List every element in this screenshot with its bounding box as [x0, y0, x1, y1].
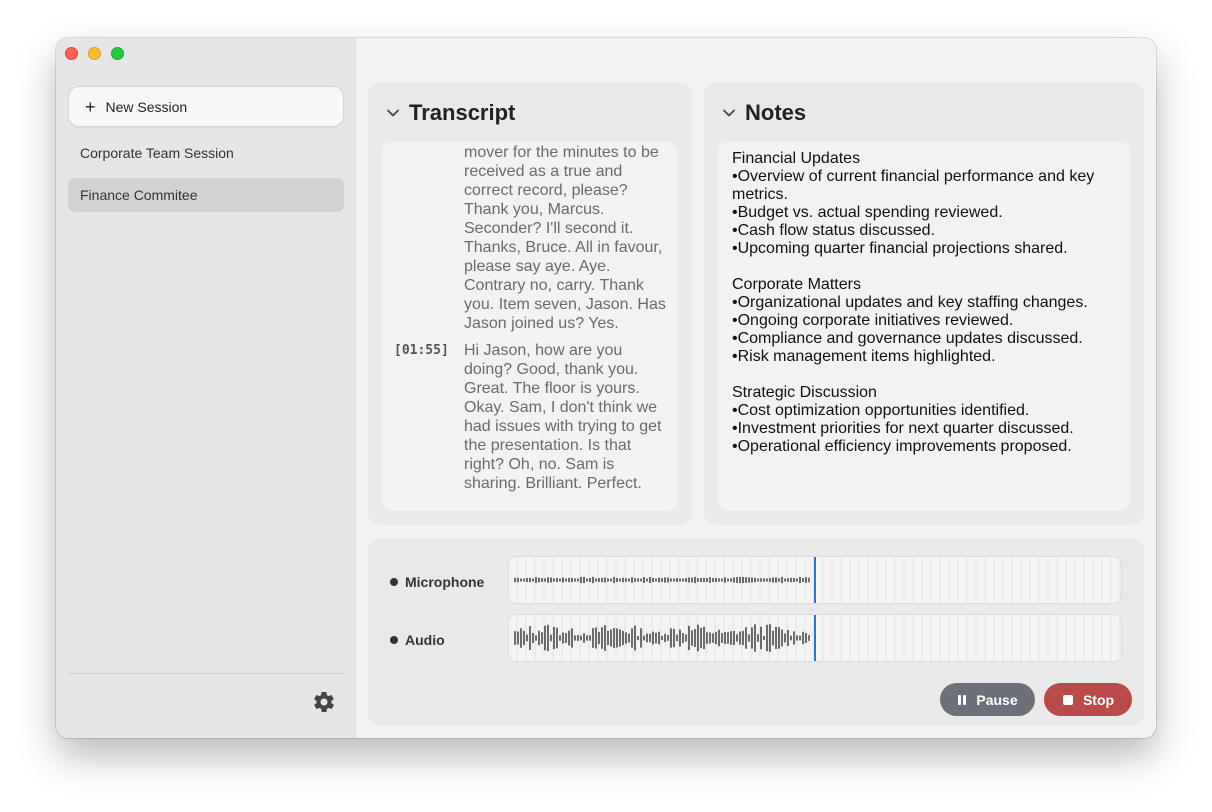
notes-bullet: •Risk management items highlighted.	[732, 348, 996, 365]
dot-icon	[390, 636, 398, 644]
sidebar: + New Session Corporate Team Session Fin…	[56, 38, 356, 738]
waveform-graphic	[514, 615, 1121, 661]
stop-icon	[1062, 694, 1073, 705]
sidebar-item-finance-commitee[interactable]: Finance Commitee	[68, 178, 344, 212]
notes-bullet: •Ongoing corporate initiatives reviewed.	[732, 312, 1014, 329]
zoom-window-button[interactable]	[111, 47, 124, 60]
notes-title: Notes	[745, 100, 807, 125]
transcript-timestamp	[382, 142, 464, 333]
close-window-button[interactable]	[65, 47, 78, 60]
stop-label: Stop	[1082, 691, 1115, 708]
notes-section: Financial Updates •Overview of current f…	[732, 150, 1116, 258]
transcript-text: that change, could I have a mover for th…	[464, 144, 666, 332]
transcript-header[interactable]: Transcript	[386, 100, 515, 126]
notes-bullet: •Organizational updates and key staffing…	[732, 294, 1088, 311]
waveform-graphic	[514, 557, 1121, 603]
notes-bullet: •Operational efficiency improvements pro…	[732, 438, 1072, 455]
notes-section: Corporate Matters •Organizational update…	[732, 276, 1116, 366]
minimize-window-button[interactable]	[88, 47, 101, 60]
gear-icon[interactable]	[312, 690, 336, 714]
microphone-waveform[interactable]	[508, 556, 1122, 604]
audio-track-label: Audio	[390, 632, 445, 648]
plus-icon: +	[85, 96, 96, 117]
notes-bullet: •Cash flow status discussed.	[732, 222, 936, 239]
notes-bullet: •Investment priorities for next quarter …	[732, 420, 1074, 437]
notes-heading: Strategic Discussion	[732, 384, 877, 401]
notes-heading: Corporate Matters	[732, 276, 861, 293]
pause-label: Pause	[976, 691, 1018, 708]
chevron-down-icon[interactable]	[386, 106, 400, 120]
notes-bullet: •Overview of current financial performan…	[732, 168, 1095, 203]
track-label-text: Microphone	[405, 574, 485, 590]
notes-bullet: •Cost optimization opportunities identif…	[732, 402, 1030, 419]
chevron-down-icon[interactable]	[722, 106, 736, 120]
session-label: Corporate Team Session	[80, 145, 234, 161]
transcript-entry: that change, could I have a mover for th…	[382, 142, 678, 333]
session-label: Finance Commitee	[80, 187, 198, 203]
notes-bullet: •Compliance and governance updates discu…	[732, 330, 1083, 347]
dot-icon	[390, 578, 398, 586]
transcript-panel: Transcript that change, could I have a m…	[368, 82, 692, 525]
notes-body[interactable]: Financial Updates •Overview of current f…	[718, 142, 1130, 511]
audio-panel: Microphone Audio Pause Stop	[368, 538, 1144, 726]
transcript-title: Transcript	[409, 100, 516, 125]
track-label-text: Audio	[405, 632, 445, 648]
pause-button[interactable]: Pause	[940, 683, 1035, 716]
new-session-button[interactable]: + New Session	[68, 86, 344, 127]
audio-waveform[interactable]	[508, 614, 1122, 662]
app-window: + New Session Corporate Team Session Fin…	[56, 38, 1156, 738]
transcript-entry: [01:55] Hi Jason, how are you doing? Goo…	[382, 341, 678, 493]
sidebar-item-corporate-team-session[interactable]: Corporate Team Session	[68, 136, 344, 170]
pause-icon	[958, 694, 967, 705]
new-session-label: New Session	[105, 98, 188, 115]
microphone-track-label: Microphone	[390, 574, 484, 590]
transcript-body[interactable]: that change, could I have a mover for th…	[382, 142, 678, 511]
notes-bullet: •Budget vs. actual spending reviewed.	[732, 204, 1003, 221]
stop-button[interactable]: Stop	[1044, 683, 1132, 716]
sidebar-divider	[68, 673, 344, 674]
transcript-text: Hi Jason, how are you doing? Good, thank…	[464, 342, 662, 492]
notes-section: Strategic Discussion •Cost optimization …	[732, 384, 1116, 456]
notes-panel: Notes Financial Updates •Overview of cur…	[704, 82, 1144, 525]
notes-heading: Financial Updates	[732, 150, 861, 167]
notes-header[interactable]: Notes	[722, 100, 806, 126]
notes-bullet: •Upcoming quarter financial projections …	[732, 240, 1068, 257]
main-area: Transcript that change, could I have a m…	[356, 38, 1156, 738]
transcript-timestamp: [01:55]	[394, 343, 449, 358]
